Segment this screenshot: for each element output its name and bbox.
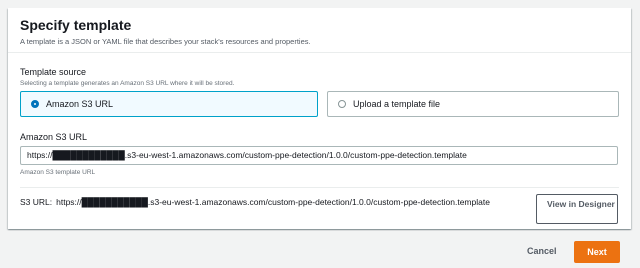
- view-in-designer-button[interactable]: View in Designer: [536, 194, 618, 224]
- s3-url-help-text: Amazon S3 template URL: [20, 169, 96, 176]
- s3-url-input[interactable]: https://████████████.s3-eu-west-1.amazon…: [20, 146, 618, 165]
- option-amazon-s3-url[interactable]: Amazon S3 URL: [20, 91, 318, 117]
- page-description: A template is a JSON or YAML file that d…: [20, 37, 311, 46]
- option-label: Upload a template file: [353, 99, 441, 109]
- radio-checked-icon[interactable]: [31, 100, 39, 108]
- option-upload-template-file[interactable]: Upload a template file: [327, 91, 619, 117]
- s3-url-summary-value: https://███████████.s3-eu-west-1.amazona…: [56, 197, 490, 207]
- template-source-label: Template source: [20, 67, 87, 77]
- page-title: Specify template: [20, 17, 132, 33]
- cancel-button[interactable]: Cancel: [527, 246, 557, 256]
- section-divider: [20, 187, 619, 188]
- next-button[interactable]: Next: [574, 241, 620, 263]
- template-source-description: Selecting a template generates an Amazon…: [20, 80, 235, 87]
- s3-url-summary-key: S3 URL:: [20, 197, 53, 207]
- panel-header: Specify template A template is a JSON or…: [8, 8, 631, 53]
- radio-unchecked-icon[interactable]: [338, 100, 346, 108]
- s3-url-summary: S3 URL: https://███████████.s3-eu-west-1.…: [20, 196, 520, 208]
- specify-template-panel: Specify template A template is a JSON or…: [8, 8, 631, 229]
- option-label: Amazon S3 URL: [46, 99, 114, 109]
- s3-url-field-label: Amazon S3 URL: [20, 132, 88, 142]
